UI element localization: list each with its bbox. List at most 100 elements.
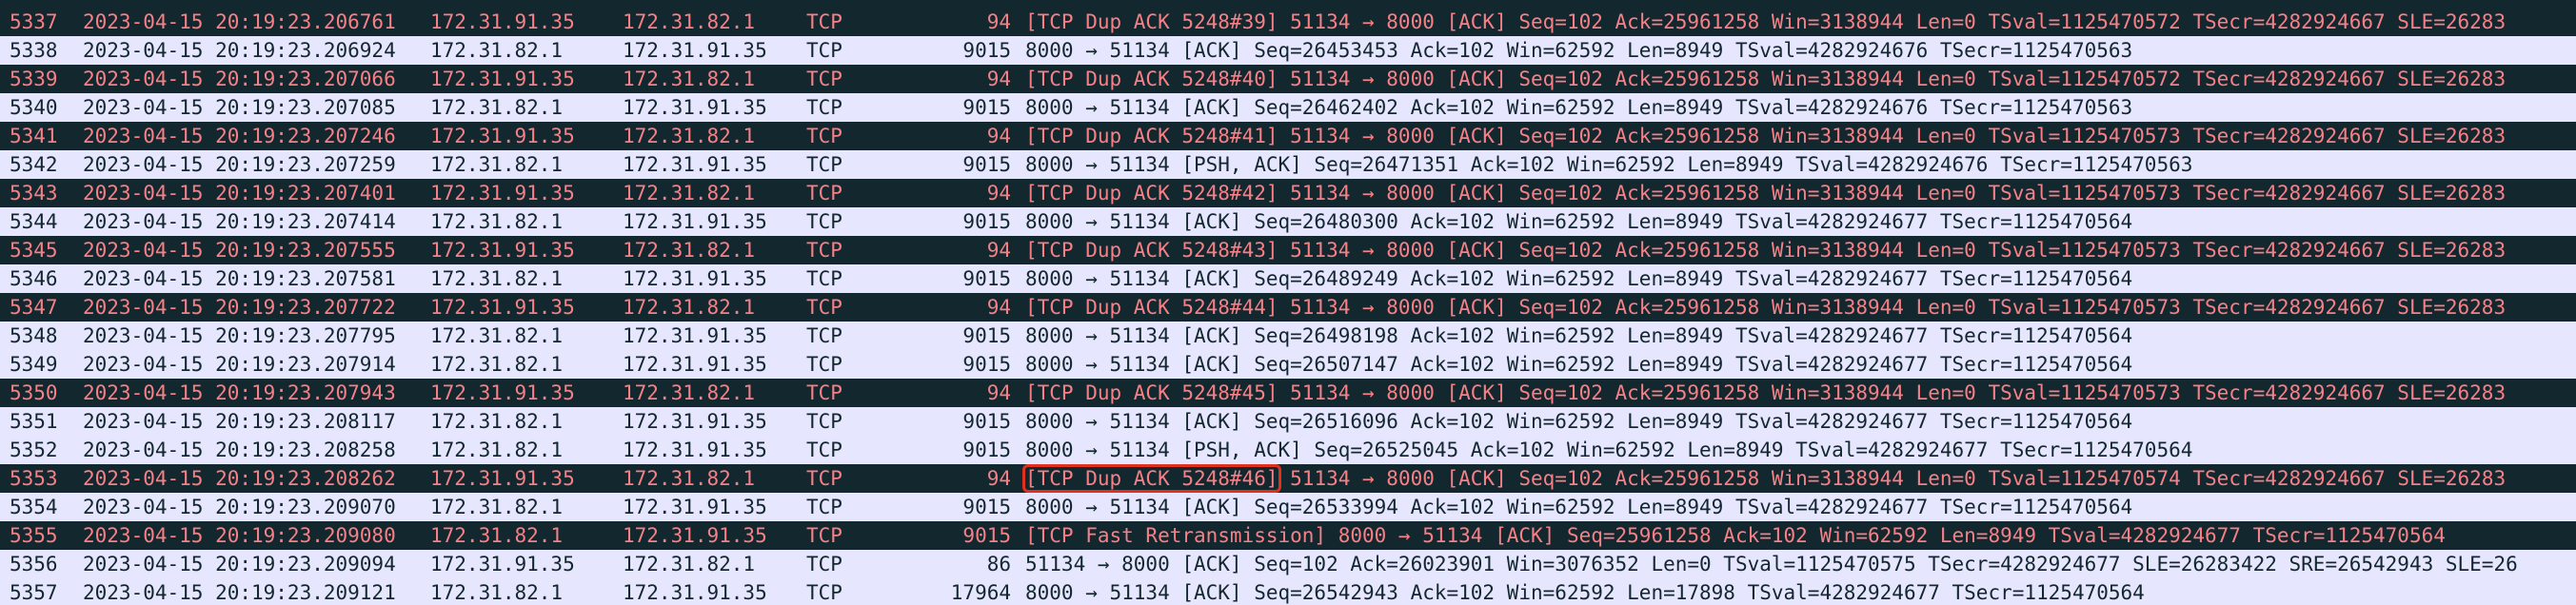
packet-number: 5355	[10, 524, 58, 547]
packet-protocol: TCP	[806, 439, 842, 461]
packet-source: 172.31.91.35	[430, 68, 575, 90]
packet-length: 9015	[962, 210, 1011, 233]
packet-destination: 172.31.91.35	[623, 96, 767, 119]
packet-protocol: TCP	[806, 410, 842, 433]
packet-time: 2023-04-15 20:19:23.207085	[83, 96, 396, 119]
packet-destination: 172.31.91.35	[623, 410, 767, 433]
packet-length: 94	[986, 381, 1011, 404]
packet-number: 5348	[10, 324, 58, 347]
packet-row[interactable]: 5343 2023-04-15 20:19:23.207401 172.31.91.…	[0, 179, 2576, 207]
packet-row[interactable]: 5350 2023-04-15 20:19:23.207943 172.31.91.…	[0, 379, 2576, 407]
packet-protocol: TCP	[806, 296, 842, 319]
packet-info: [TCP Fast Retransmission] 8000 → 51134 […	[1025, 521, 2576, 550]
packet-info: 8000 → 51134 [PSH, ACK] Seq=26525045 Ack…	[1025, 436, 2576, 464]
packet-row[interactable]: 5346 2023-04-15 20:19:23.207581 172.31.82.…	[0, 264, 2576, 293]
packet-number: 5352	[10, 439, 58, 461]
packet-source: 172.31.91.35	[430, 467, 575, 490]
packet-row[interactable]: 5340 2023-04-15 20:19:23.207085 172.31.82.…	[0, 93, 2576, 122]
packet-time: 2023-04-15 20:19:23.208117	[83, 410, 396, 433]
packet-protocol: TCP	[806, 467, 842, 490]
packet-list[interactable]: 5337 2023-04-15 20:19:23.206761 172.31.91.…	[0, 0, 2576, 605]
packet-row[interactable]: 5352 2023-04-15 20:19:23.208258 172.31.82.…	[0, 436, 2576, 464]
packet-time: 2023-04-15 20:19:23.206924	[83, 39, 396, 62]
packet-number: 5341	[10, 125, 58, 147]
packet-destination: 172.31.91.35	[623, 439, 767, 461]
packet-info-text: [TCP Dup ACK 5248#44] 51134 → 8000 [ACK]…	[1025, 296, 2507, 319]
packet-number: 5338	[10, 39, 58, 62]
packet-time: 2023-04-15 20:19:23.207259	[83, 153, 396, 176]
packet-info-text: 8000 → 51134 [ACK] Seq=26533994 Ack=102 …	[1025, 496, 2133, 518]
packet-info: 8000 → 51134 [ACK] Seq=26507147 Ack=102 …	[1025, 350, 2576, 379]
packet-time: 2023-04-15 20:19:23.207555	[83, 239, 396, 262]
packet-info-text: 8000 → 51134 [ACK] Seq=26498198 Ack=102 …	[1025, 324, 2133, 347]
packet-time: 2023-04-15 20:19:23.207943	[83, 381, 396, 404]
previous-row-edge	[0, 0, 2576, 8]
packet-row[interactable]: 5347 2023-04-15 20:19:23.207722 172.31.91.…	[0, 293, 2576, 322]
packet-info: [TCP Dup ACK 5248#43] 51134 → 8000 [ACK]…	[1025, 236, 2576, 264]
packet-time: 2023-04-15 20:19:23.207914	[83, 353, 396, 376]
packet-number: 5356	[10, 553, 58, 576]
packet-info-text: 8000 → 51134 [ACK] Seq=26480300 Ack=102 …	[1025, 210, 2133, 233]
packet-length: 9015	[962, 153, 1011, 176]
packet-row[interactable]: 5348 2023-04-15 20:19:23.207795 172.31.82.…	[0, 322, 2576, 350]
packet-info: 8000 → 51134 [ACK] Seq=26516096 Ack=102 …	[1025, 407, 2576, 436]
packet-row[interactable]: 5342 2023-04-15 20:19:23.207259 172.31.82.…	[0, 150, 2576, 179]
packet-info-text: [TCP Dup ACK 5248#45] 51134 → 8000 [ACK]…	[1025, 381, 2507, 404]
packet-number: 5351	[10, 410, 58, 433]
packet-time: 2023-04-15 20:19:23.207401	[83, 182, 396, 205]
packet-length: 94	[986, 239, 1011, 262]
packet-length: 9015	[962, 324, 1011, 347]
packet-row[interactable]: 5337 2023-04-15 20:19:23.206761 172.31.91.…	[0, 8, 2576, 36]
packet-row[interactable]: 5355 2023-04-15 20:19:23.209080 172.31.82.…	[0, 521, 2576, 550]
packet-time: 2023-04-15 20:19:23.207722	[83, 296, 396, 319]
packet-number: 5337	[10, 10, 58, 33]
packet-row[interactable]: 5349 2023-04-15 20:19:23.207914 172.31.82.…	[0, 350, 2576, 379]
packet-length: 94	[986, 467, 1011, 490]
packet-length: 94	[986, 10, 1011, 33]
packet-length: 9015	[962, 96, 1011, 119]
packet-row[interactable]: 5354 2023-04-15 20:19:23.209070 172.31.82.…	[0, 493, 2576, 521]
packet-row[interactable]: 5351 2023-04-15 20:19:23.208117 172.31.82.…	[0, 407, 2576, 436]
packet-number: 5340	[10, 96, 58, 119]
packet-source: 172.31.82.1	[430, 410, 564, 433]
packet-source: 172.31.82.1	[430, 267, 564, 290]
packet-number: 5346	[10, 267, 58, 290]
packet-destination: 172.31.82.1	[623, 182, 756, 205]
packet-info: [TCP Dup ACK 5248#46] 51134 → 8000 [ACK]…	[1022, 464, 2576, 493]
packet-info-text: 51134 → 8000 [ACK] Seq=102 Ack=25961258 …	[1278, 467, 2507, 490]
packet-info: [TCP Dup ACK 5248#45] 51134 → 8000 [ACK]…	[1025, 379, 2576, 407]
packet-source: 172.31.82.1	[430, 439, 564, 461]
packet-row[interactable]: 5344 2023-04-15 20:19:23.207414 172.31.82.…	[0, 207, 2576, 236]
packet-protocol: TCP	[806, 10, 842, 33]
packet-info-text: [TCP Fast Retransmission] 8000 → 51134 […	[1025, 524, 2446, 547]
packet-protocol: TCP	[806, 68, 842, 90]
packet-length: 17964	[950, 581, 1011, 604]
packet-info-text: [TCP Dup ACK 5248#42] 51134 → 8000 [ACK]…	[1025, 182, 2507, 205]
packet-destination: 172.31.82.1	[623, 553, 756, 576]
packet-row[interactable]: 5345 2023-04-15 20:19:23.207555 172.31.91.…	[0, 236, 2576, 264]
packet-destination: 172.31.91.35	[623, 524, 767, 547]
packet-info: 8000 → 51134 [ACK] Seq=26480300 Ack=102 …	[1025, 207, 2576, 236]
packet-row[interactable]: 5357 2023-04-15 20:19:23.209121 172.31.82.…	[0, 578, 2576, 605]
packet-protocol: TCP	[806, 239, 842, 262]
packet-info-text: 8000 → 51134 [ACK] Seq=26516096 Ack=102 …	[1025, 410, 2133, 433]
packet-destination: 172.31.91.35	[623, 153, 767, 176]
packet-row[interactable]: 5353 2023-04-15 20:19:23.208262 172.31.91.…	[0, 464, 2576, 493]
packet-number: 5350	[10, 381, 58, 404]
packet-row[interactable]: 5356 2023-04-15 20:19:23.209094 172.31.91.…	[0, 550, 2576, 578]
packet-info: [TCP Dup ACK 5248#41] 51134 → 8000 [ACK]…	[1025, 122, 2576, 150]
packet-source: 172.31.91.35	[430, 296, 575, 319]
packet-info-text: 8000 → 51134 [ACK] Seq=26462402 Ack=102 …	[1025, 96, 2133, 119]
packet-row[interactable]: 5341 2023-04-15 20:19:23.207246 172.31.91.…	[0, 122, 2576, 150]
packet-info-text: 8000 → 51134 [PSH, ACK] Seq=26471351 Ack…	[1025, 153, 2193, 176]
packet-row[interactable]: 5338 2023-04-15 20:19:23.206924 172.31.82.…	[0, 36, 2576, 65]
packet-protocol: TCP	[806, 125, 842, 147]
packet-row[interactable]: 5339 2023-04-15 20:19:23.207066 172.31.91.…	[0, 65, 2576, 93]
packet-info: 8000 → 51134 [ACK] Seq=26489249 Ack=102 …	[1025, 264, 2576, 293]
packet-info: 8000 → 51134 [ACK] Seq=26462402 Ack=102 …	[1025, 93, 2576, 122]
packet-info: 8000 → 51134 [ACK] Seq=26542943 Ack=102 …	[1025, 578, 2576, 605]
packet-info-text: 8000 → 51134 [ACK] Seq=26489249 Ack=102 …	[1025, 267, 2133, 290]
packet-protocol: TCP	[806, 96, 842, 119]
packet-time: 2023-04-15 20:19:23.207246	[83, 125, 396, 147]
packet-length: 94	[986, 68, 1011, 90]
